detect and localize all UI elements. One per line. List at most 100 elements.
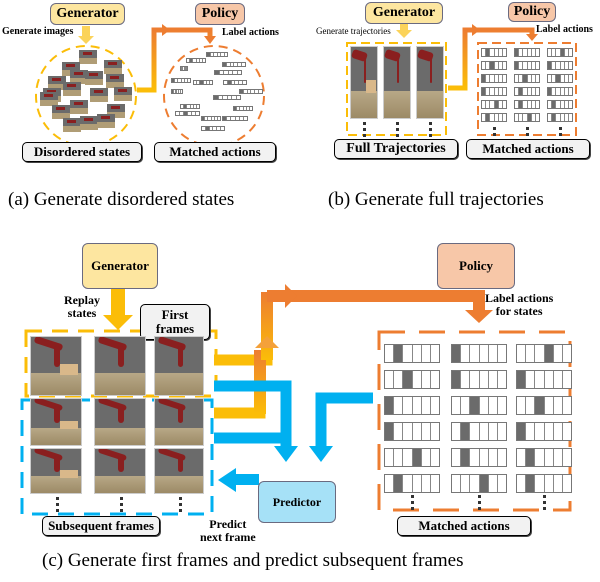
action-bar: [171, 89, 183, 94]
action-bar: [239, 89, 263, 94]
action-bar: [222, 116, 248, 121]
replay-arrow: [103, 287, 133, 330]
action-bar: [451, 396, 507, 415]
continuation-dots: [411, 495, 414, 513]
action-bar: [516, 344, 572, 363]
table-surface: [95, 476, 145, 493]
robot-arm-lower: [118, 406, 124, 423]
subsequent-frame: [154, 448, 204, 494]
thumb-arm: [101, 116, 110, 119]
action-bar: [201, 116, 221, 121]
robot-arm-lower: [177, 406, 183, 423]
continuation-dots: [396, 122, 399, 140]
state-thumbnail: [80, 116, 98, 130]
action-bar: [186, 58, 206, 63]
replay-states-note: Replay states: [64, 293, 100, 320]
action-bar: [206, 52, 228, 57]
thumb-arm: [118, 89, 127, 92]
disordered-states-label: Disordered states: [22, 142, 142, 162]
table-surface: [31, 372, 81, 395]
continuation-dots: [429, 122, 432, 140]
action-bar: [193, 80, 213, 85]
predict-next-arrow: [235, 474, 259, 485]
generator-box-c: Generator: [82, 243, 158, 289]
caption-c: (c) Generate first frames and predict su…: [42, 550, 464, 571]
action-bar: [451, 370, 507, 389]
subsequent-frame: [30, 448, 82, 494]
action-bar: [175, 111, 200, 116]
action-bar: [547, 74, 573, 83]
object-block: [59, 469, 78, 478]
trajectory-frame: [350, 46, 378, 119]
action-bar: [222, 62, 246, 67]
action-bar: [481, 87, 507, 96]
action-bar: [451, 448, 507, 467]
first-frame: [30, 336, 82, 396]
actions-to-predictor-arrow: [315, 392, 373, 448]
thumb-table: [97, 122, 115, 128]
state-thumbnail: [70, 100, 88, 114]
action-bar: [384, 396, 440, 415]
action-bar: [514, 61, 540, 70]
state-thumbnail: [104, 60, 122, 74]
object-block: [366, 79, 377, 93]
state-thumbnail: [85, 71, 103, 85]
robot-arm-lower: [118, 455, 124, 472]
action-bar: [516, 474, 572, 493]
action-bar: [384, 370, 440, 389]
action-bar: [547, 100, 573, 109]
action-bar: [213, 95, 241, 100]
robot-arm-lower: [118, 346, 124, 367]
first-frame: [154, 336, 204, 396]
subsequent-frame: [30, 398, 82, 446]
thumb-arm: [111, 106, 120, 109]
thumb-arm: [52, 78, 61, 81]
state-thumbnail: [63, 82, 81, 96]
action-bar: [516, 370, 572, 389]
thumb-arm: [84, 118, 93, 121]
table-surface: [31, 476, 81, 493]
action-bar: [384, 448, 440, 467]
thumb-table: [63, 126, 81, 132]
continuation-dots: [56, 497, 59, 515]
subsequent-frame: [94, 448, 146, 494]
caption-a: (a) Generate disordered states: [8, 189, 235, 210]
action-bar: [516, 448, 572, 467]
action-bar: [384, 474, 440, 493]
continuation-dots: [478, 495, 481, 513]
state-thumbnail: [114, 87, 132, 101]
robot-arm: [384, 48, 402, 62]
thumb-table: [79, 58, 97, 64]
robot-arm-lower: [177, 455, 183, 472]
thumb-arm: [89, 73, 98, 76]
action-bar: [451, 422, 507, 441]
subsequent-frame: [154, 398, 204, 446]
full-trajectories-label: Full Trajectories: [334, 139, 458, 159]
continuation-dots: [363, 122, 366, 140]
thumb-arm: [110, 76, 119, 79]
state-thumbnail: [106, 74, 124, 88]
thumb-arm: [44, 94, 53, 97]
table-surface: [155, 372, 203, 395]
table-surface: [155, 427, 203, 445]
thumb-table: [70, 108, 88, 114]
action-bar: [481, 100, 507, 109]
generate-arrow-b: [396, 24, 412, 38]
action-bar: [547, 48, 573, 57]
robot-arm-lower: [396, 57, 400, 84]
table-surface: [351, 91, 377, 118]
thumb-arm: [94, 90, 103, 93]
action-bar: [547, 61, 573, 70]
thumb-arm: [67, 84, 76, 87]
state-thumbnail: [63, 118, 81, 132]
action-bar: [514, 100, 540, 109]
action-bar: [451, 344, 507, 363]
action-bar: [171, 78, 191, 83]
continuation-dots: [120, 497, 123, 515]
robot-arm: [417, 48, 435, 62]
table-surface: [95, 427, 145, 445]
label-actions-states-note: Label actions for states: [485, 291, 554, 318]
subsequent-frame: [94, 398, 146, 446]
subsequent-frames-label: Subsequent frames: [42, 516, 160, 536]
matched-actions-label-b: Matched actions: [466, 139, 590, 159]
